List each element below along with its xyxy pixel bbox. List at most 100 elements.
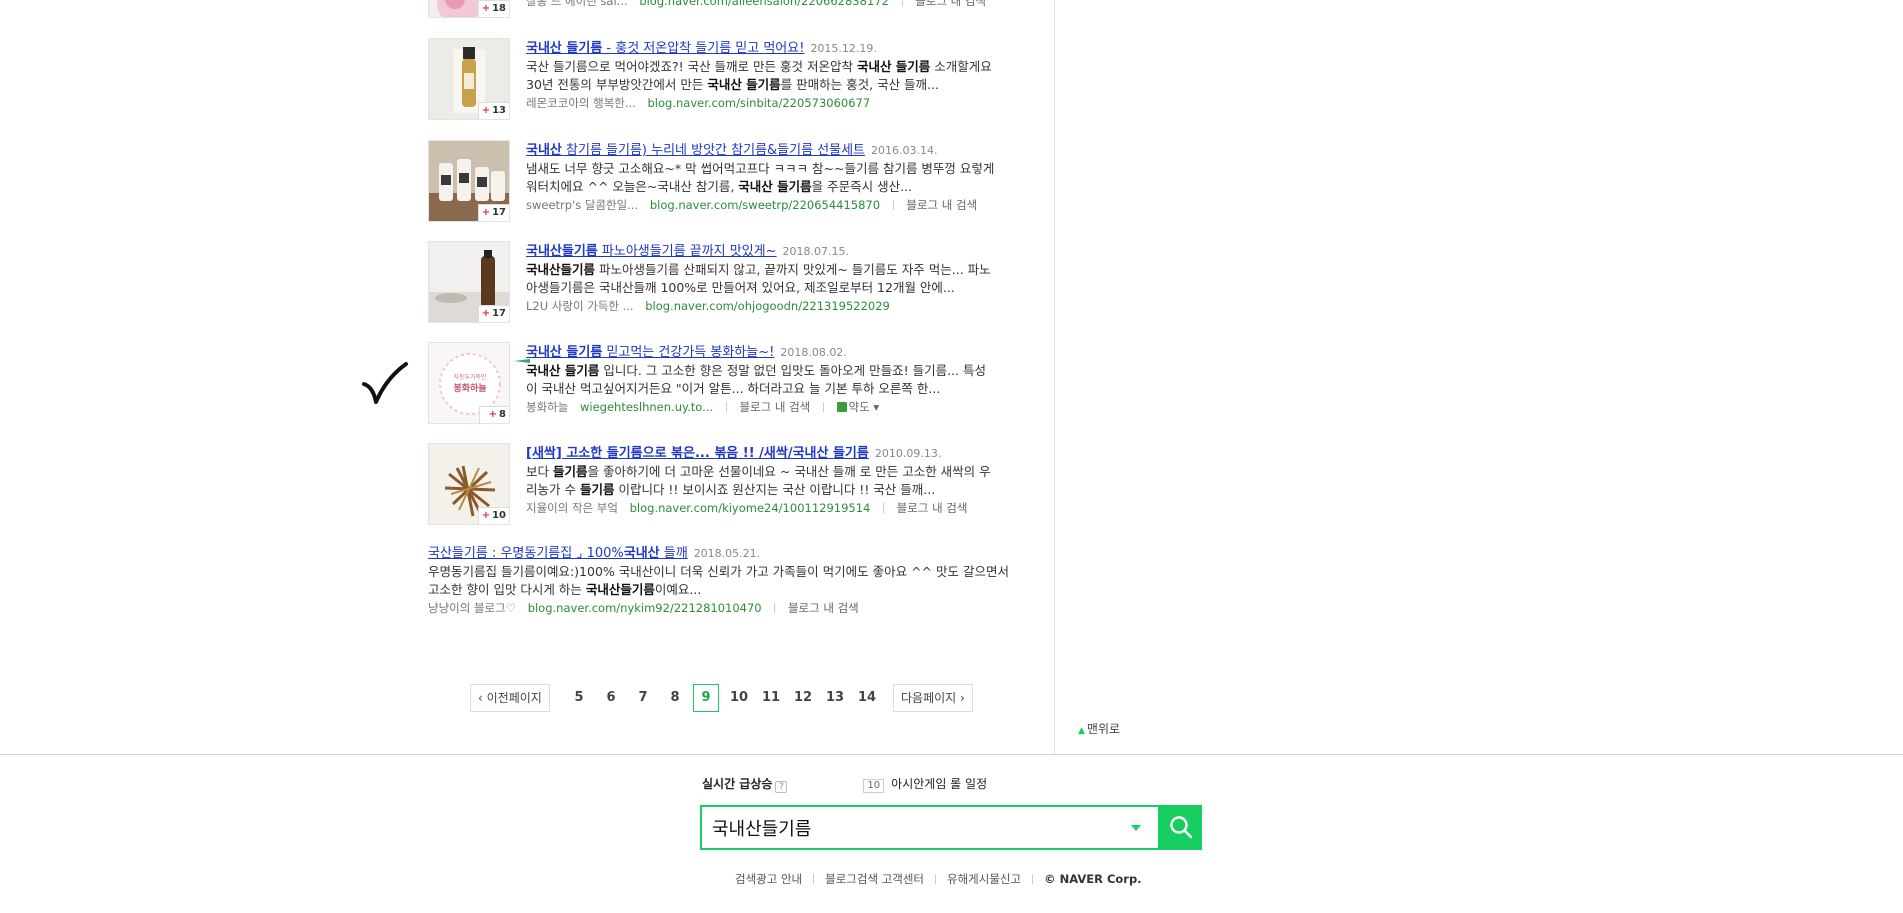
help-icon[interactable]: ? — [775, 781, 788, 793]
thumbnail-count-badge: +18 — [477, 0, 509, 17]
page-number-current[interactable]: 9 — [693, 684, 719, 712]
meta-divider — [883, 503, 885, 513]
search-icon — [1170, 816, 1193, 839]
thumbnail-text: 봉화하늘 — [453, 382, 486, 394]
result-item: 자동두가족만 봉화하늘 +8 국내산 들기름 믿고먹는 건강가득 봉화하늘~! 2… — [428, 342, 1018, 426]
page-number[interactable]: 8 — [662, 684, 688, 712]
page-number[interactable]: 10 — [726, 684, 752, 712]
result-author[interactable]: 살롱 드 에이린 sal... — [526, 0, 628, 8]
thumbnail-text: 자동두가족만 — [453, 373, 487, 381]
thumbnail-count-badge: +17 — [477, 204, 509, 221]
page-number[interactable]: 6 — [598, 684, 624, 712]
result-author[interactable]: 봉화하늘 — [526, 400, 568, 414]
next-page-button[interactable]: 다음페이지 › — [893, 684, 973, 712]
result-item: +18 살롱 드 에이린 sal... blog.naver.com/ailee… — [428, 0, 1018, 20]
caret-up-icon: ▲ — [1078, 726, 1085, 736]
column-divider — [1054, 0, 1055, 754]
result-title-link[interactable]: 국내산 들기름 - 훙것 저온압착 들기름 믿고 먹어요! — [526, 41, 804, 56]
result-author[interactable]: sweetrp's 달콤한일... — [526, 198, 638, 212]
blog-search-link[interactable]: 블로그 내 검색 — [788, 601, 859, 615]
footer-divider — [1032, 874, 1034, 884]
result-date: 2016.03.14. — [871, 144, 938, 157]
result-meta: L2U 사랑이 가득한 ... blog.naver.com/ohjogoodn… — [526, 297, 1021, 315]
result-url[interactable]: blog.naver.com/kiyome24/100112919514 — [630, 501, 871, 515]
result-meta: 봉화하늘 wiegehteslhnen.uy.to... 블로그 내 검색 약도… — [526, 398, 1021, 416]
meta-divider — [901, 0, 903, 6]
footer-divider — [813, 874, 815, 884]
checkmark-icon — [362, 362, 408, 404]
result-thumbnail[interactable]: +17 — [428, 140, 510, 222]
meta-divider — [892, 200, 894, 210]
page-number[interactable]: 14 — [854, 684, 880, 712]
result-thumbnail[interactable]: +10 — [428, 443, 510, 525]
map-link[interactable]: 약도 ▾ — [836, 400, 880, 414]
result-title-link[interactable]: 국내산들기름 파노아생들기름 끝까지 맛있게~ — [526, 244, 777, 259]
page-number[interactable]: 7 — [630, 684, 656, 712]
search-button[interactable] — [1160, 805, 1202, 850]
autocomplete-toggle-icon[interactable] — [1131, 825, 1141, 831]
chevron-left-icon: ‹ — [478, 691, 487, 705]
main-content: +18 살롱 드 에이린 sal... blog.naver.com/ailee… — [0, 0, 1903, 754]
result-author[interactable]: 레몬코코아의 행복한... — [526, 96, 636, 110]
blog-search-link[interactable]: 블로그 내 검색 — [897, 501, 968, 515]
trending-keyword-link[interactable]: 아시안게임 롤 일정 — [891, 777, 987, 791]
result-description: 국내산 들기름 입니다. 그 고소한 향은 정말 없던 입맛도 돌아오게 만들죠… — [526, 363, 986, 396]
annotation-arrow-icon — [514, 359, 530, 363]
realtime-label: 실시간 급상승 — [702, 777, 773, 791]
result-thumbnail[interactable]: +17 — [428, 241, 510, 323]
result-thumbnail[interactable]: +13 — [428, 38, 510, 120]
result-meta: sweetrp's 달콤한일... blog.naver.com/sweetrp… — [526, 196, 1021, 214]
result-title-link[interactable]: 국산들기름 : 우명동기름집 ⌟ 100%국내산 들깨 — [428, 546, 688, 561]
page-number[interactable]: 11 — [758, 684, 784, 712]
result-thumbnail[interactable]: 자동두가족만 봉화하늘 +8 — [428, 342, 510, 424]
footer-link-ad-info[interactable]: 검색광고 안내 — [735, 872, 802, 886]
back-to-top-link[interactable]: ▲ 맨위로 — [1078, 720, 1120, 737]
result-item: +10 [새싹] 고소한 들기름으로 볶은... 볶음 !! /새싹/국내산 들… — [428, 443, 1018, 527]
meta-divider — [822, 402, 824, 412]
result-url[interactable]: blog.naver.com/sweetrp/220654415870 — [650, 198, 880, 212]
page-number[interactable]: 12 — [790, 684, 816, 712]
chevron-down-icon: ▾ — [873, 400, 880, 414]
result-title-link[interactable]: [새싹] 고소한 들기름으로 볶은... 볶음 !! /새싹/국내산 들기름 — [526, 446, 869, 461]
result-date: 2018.07.15. — [782, 245, 850, 258]
trending-rank-badge: 10 — [863, 779, 885, 793]
result-item: 국산들기름 : 우명동기름집 ⌟ 100%국내산 들깨 2018.05.21. 우… — [428, 543, 1018, 627]
thumbnail-count-badge: +13 — [477, 102, 509, 119]
thumbnail-count-badge: +17 — [477, 305, 509, 322]
result-meta: 냥냥이의 블로그♡ blog.naver.com/nykim92/2212810… — [428, 599, 1020, 617]
result-title-link[interactable]: 국내산 참기름 들기름) 누리네 방앗간 참기름&들기름 선물세트 — [526, 143, 865, 158]
blog-search-link[interactable]: 블로그 내 검색 — [915, 0, 986, 8]
result-item: +17 국내산들기름 파노아생들기름 끝까지 맛있게~ 2018.07.15. 국… — [428, 241, 1018, 325]
result-date: 2015.12.19. — [810, 42, 877, 55]
result-thumbnail[interactable]: +18 — [428, 0, 510, 18]
result-url[interactable]: blog.naver.com/ohjogoodn/221319522029 — [645, 299, 890, 313]
chevron-right-icon: › — [956, 691, 965, 705]
map-icon — [836, 402, 847, 412]
footer-link-help-center[interactable]: 블로그검색 고객센터 — [825, 872, 924, 886]
realtime-trending: 실시간 급상승? 10 아시안게임 롤 일정 — [702, 775, 987, 793]
result-author[interactable]: L2U 사랑이 가득한 ... — [526, 299, 634, 313]
prev-page-button[interactable]: ‹ 이전페이지 — [470, 684, 550, 712]
result-url[interactable]: blog.naver.com/sinbita/220573060677 — [648, 96, 871, 110]
meta-divider — [774, 603, 776, 613]
result-url[interactable]: blog.naver.com/nykim92/221281010470 — [528, 601, 762, 615]
result-title-link[interactable]: 국내산 들기름 믿고먹는 건강가득 봉화하늘~! — [526, 345, 774, 360]
page-number[interactable]: 5 — [566, 684, 592, 712]
blog-search-link[interactable]: 블로그 내 검색 — [739, 400, 810, 414]
search-input[interactable] — [712, 807, 1112, 848]
result-author[interactable]: 냥냥이의 블로그♡ — [428, 601, 516, 615]
footer-divider — [935, 874, 937, 884]
result-description: 국내산들기름 파노아생들기름 산패되지 않고, 끝까지 맛있게~ 들기름도 자주… — [526, 262, 991, 295]
search-box — [700, 805, 1160, 850]
result-url[interactable]: blog.naver.com/aileensalon/220662838172 — [639, 0, 889, 8]
result-url[interactable]: wiegehteslhnen.uy.to... — [580, 400, 713, 414]
result-author[interactable]: 지율이의 작은 부엌 — [526, 501, 618, 515]
copyright: © NAVER Corp. — [1044, 872, 1142, 886]
result-description: 보다 들기름을 좋아하기에 더 고마운 선물이네요 ~ 국내산 들깨 로 만든 … — [526, 464, 991, 497]
page-number[interactable]: 13 — [822, 684, 848, 712]
blog-search-link[interactable]: 블로그 내 검색 — [906, 198, 977, 212]
result-meta: 살롱 드 에이린 sal... blog.naver.com/aileensal… — [526, 0, 1021, 10]
result-date: 2018.05.21. — [693, 547, 761, 560]
footer-link-report[interactable]: 유해게시물신고 — [947, 872, 1021, 886]
result-item: +17 국내산 참기름 들기름) 누리네 방앗간 참기름&들기름 선물세트 201… — [428, 140, 1018, 224]
